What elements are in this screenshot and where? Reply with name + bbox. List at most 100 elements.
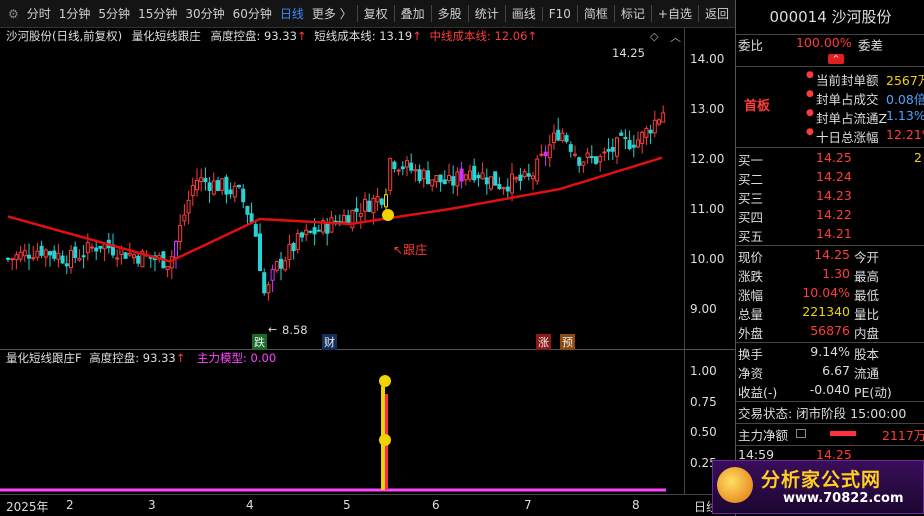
quote-label-2: 量比 <box>854 307 880 322</box>
tab-fenshi[interactable]: 分时 <box>23 5 55 22</box>
candle <box>190 177 195 206</box>
bid-row[interactable]: 买四 14.22 <box>736 207 924 226</box>
candle <box>174 240 178 269</box>
marker-zhang: 涨 <box>536 334 551 350</box>
candle <box>442 170 447 185</box>
candle <box>463 173 468 186</box>
date-label: 2 <box>66 498 74 512</box>
y-tick: 1.00 <box>690 364 717 378</box>
quote2-value: 6.67 <box>822 363 850 378</box>
bid-label: 买四 <box>738 210 764 225</box>
add-watchlist-button[interactable]: +自选 <box>650 5 698 22</box>
overlay-button[interactable]: 叠加 <box>393 5 431 22</box>
trade-status: 交易状态: 闭市阶段 15:00:00 <box>738 406 907 421</box>
candle <box>598 154 603 172</box>
candle <box>316 224 321 232</box>
bid-price: 14.22 <box>816 207 852 222</box>
chevron-up-icon[interactable]: ︿ <box>670 29 681 45</box>
quote-label-2: 今开 <box>854 250 880 265</box>
candle <box>623 129 628 150</box>
kline-chart[interactable]: 沙河股份(日线,前复权) 量化短线跟庄 高度控盘: 93.33↑ 短线成本线: … <box>0 28 735 350</box>
height-control-label: 高度控盘: 93.33 <box>210 29 297 43</box>
tab-1min[interactable]: 1分钟 <box>55 5 95 22</box>
candle <box>69 245 73 274</box>
tab-15min[interactable]: 15分钟 <box>134 5 181 22</box>
tab-daily[interactable]: 日线 <box>276 5 308 22</box>
candle <box>342 209 346 224</box>
quote-label-2: 最高 <box>854 269 880 284</box>
candle <box>585 147 590 164</box>
candle <box>468 164 472 182</box>
candle <box>321 217 325 236</box>
back-button[interactable]: 返回 <box>697 5 735 22</box>
weibi-label: 委比 <box>738 38 764 53</box>
bid-label: 买二 <box>738 172 764 187</box>
candle <box>64 255 69 274</box>
stat-icon: ● <box>806 70 814 80</box>
quote-label: 涨跌 <box>738 269 764 284</box>
quote2-label-2: PE(动) <box>854 385 892 400</box>
main-net-bar <box>830 431 856 436</box>
candle <box>182 203 187 227</box>
mark-button[interactable]: 标记 <box>613 5 651 22</box>
quote2-row: 换手 9.14% 股本 <box>736 344 924 363</box>
date-label: 3 <box>148 498 156 512</box>
candle <box>451 165 456 194</box>
stat-row: ●当前封单额 2567万 <box>736 70 924 89</box>
y-tick: 12.00 <box>690 152 725 166</box>
quote-value: 221340 <box>802 304 850 319</box>
candle <box>350 209 355 232</box>
tab-60min[interactable]: 60分钟 <box>229 5 276 22</box>
candle <box>400 161 405 176</box>
sub-indicator-chart[interactable]: 量化短线跟庄F 高度控盘: 93.33↑ 主力模型: 0.00 1.00 0.7… <box>0 350 735 494</box>
collapse-icon[interactable]: ^ <box>828 54 844 64</box>
candle <box>484 168 489 195</box>
candle <box>426 161 430 185</box>
bid-row[interactable]: 买三 14.23 <box>736 188 924 207</box>
bid-row[interactable]: 买五 14.21 <box>736 226 924 245</box>
simple-frame-button[interactable]: 简框 <box>576 5 614 22</box>
candle <box>594 156 598 165</box>
price-axis-divider <box>684 28 685 494</box>
candle <box>421 167 426 188</box>
y-tick: 11.00 <box>690 202 725 216</box>
tab-more[interactable]: 更多 〉 <box>308 5 356 22</box>
draw-button[interactable]: 画线 <box>504 5 542 22</box>
y-tick: 13.00 <box>690 102 725 116</box>
multi-stock-button[interactable]: 多股 <box>430 5 468 22</box>
quote-row: 总量 221340 量比 <box>736 304 924 323</box>
f10-button[interactable]: F10 <box>541 6 577 21</box>
candle <box>186 190 191 225</box>
chart-icon[interactable] <box>796 429 806 438</box>
candle <box>539 144 544 157</box>
quote2-row: 净资 6.67 流通 <box>736 363 924 382</box>
quote2-label: 收益(-) <box>738 385 778 400</box>
candle <box>300 231 304 242</box>
candle <box>602 147 607 161</box>
bid-row[interactable]: 买二 14.24 <box>736 169 924 188</box>
candle <box>547 134 552 168</box>
tab-30min[interactable]: 30分钟 <box>181 5 228 22</box>
settings-icon[interactable]: ⚙ <box>8 7 19 21</box>
quote-label-2: 内盘 <box>854 326 880 341</box>
candle <box>35 242 40 261</box>
tab-5min[interactable]: 5分钟 <box>94 5 134 22</box>
candle <box>480 162 485 180</box>
candle <box>123 251 128 259</box>
candle <box>657 118 661 127</box>
candle <box>379 197 384 209</box>
stats-button[interactable]: 统计 <box>467 5 505 22</box>
bid-row[interactable]: 买一 14.25 2 <box>736 150 924 169</box>
quote-label: 外盘 <box>738 326 764 341</box>
fuquan-button[interactable]: 复权 <box>356 5 394 22</box>
quote-row: 外盘 56876 内盘 <box>736 323 924 342</box>
candle <box>375 188 380 211</box>
stat-icon: ● <box>806 89 814 99</box>
candle <box>505 178 510 200</box>
candle <box>195 168 199 197</box>
candle <box>556 117 561 142</box>
sub-indicator-header: 量化短线跟庄F 高度控盘: 93.33↑ 主力模型: 0.00 <box>6 351 277 365</box>
candle <box>27 243 31 271</box>
candle <box>18 246 23 262</box>
candle <box>165 266 170 278</box>
